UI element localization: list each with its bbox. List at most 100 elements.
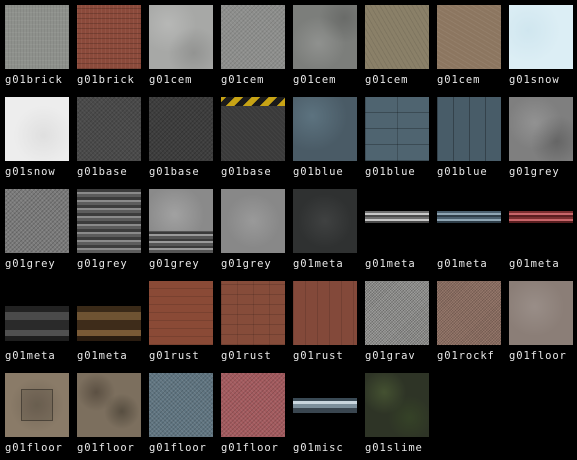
texture-tile[interactable]: g01cem xyxy=(288,0,360,92)
texture-tile[interactable]: g01meta xyxy=(504,184,576,276)
texture-tile[interactable]: g01brick xyxy=(72,0,144,92)
texture-tile[interactable]: g01floor xyxy=(72,368,144,460)
texture-tile[interactable]: g01meta xyxy=(432,184,504,276)
texture-tile[interactable]: g01grey xyxy=(504,92,576,184)
texture-tile[interactable]: g01floor xyxy=(0,368,72,460)
texture-thumbnail[interactable] xyxy=(149,281,213,345)
texture-thumbnail[interactable] xyxy=(77,189,141,253)
texture-thumbnail[interactable] xyxy=(5,189,69,253)
texture-label: g01blue xyxy=(365,166,416,178)
texture-label: g01floor xyxy=(5,442,63,454)
texture-thumbnail[interactable] xyxy=(293,281,357,345)
texture-thumbnail[interactable] xyxy=(149,97,213,161)
texture-thumbnail[interactable] xyxy=(221,373,285,437)
texture-thumbnail[interactable] xyxy=(5,5,69,69)
texture-pattern xyxy=(365,211,429,223)
texture-thumbnail[interactable] xyxy=(221,5,285,69)
texture-tile[interactable]: g01grey xyxy=(216,184,288,276)
texture-tile[interactable]: g01grey xyxy=(144,184,216,276)
texture-thumbnail[interactable] xyxy=(509,189,573,253)
texture-tile[interactable]: g01floor xyxy=(504,276,576,368)
texture-thumbnail[interactable] xyxy=(365,373,429,437)
texture-pattern xyxy=(77,306,141,341)
texture-tile[interactable]: g01grey xyxy=(72,184,144,276)
texture-tile[interactable]: g01misc xyxy=(288,368,360,460)
texture-tile[interactable]: g01snow xyxy=(504,0,576,92)
texture-tile[interactable]: g01rust xyxy=(144,276,216,368)
texture-tile[interactable]: g01cem xyxy=(360,0,432,92)
texture-label: g01meta xyxy=(5,350,56,362)
texture-tile[interactable]: g01slime xyxy=(360,368,432,460)
texture-tile[interactable]: g01floor xyxy=(144,368,216,460)
texture-label: g01brick xyxy=(77,74,135,86)
texture-label: g01grey xyxy=(149,258,200,270)
texture-thumbnail[interactable] xyxy=(293,5,357,69)
texture-thumbnail[interactable] xyxy=(77,5,141,69)
texture-thumbnail[interactable] xyxy=(149,189,213,253)
texture-tile[interactable]: g01blue xyxy=(360,92,432,184)
texture-tile[interactable]: g01grey xyxy=(0,184,72,276)
texture-thumbnail[interactable] xyxy=(149,373,213,437)
texture-thumbnail[interactable] xyxy=(509,281,573,345)
texture-label: g01base xyxy=(77,166,128,178)
texture-tile[interactable]: g01base xyxy=(144,92,216,184)
texture-tile[interactable]: g01cem xyxy=(144,0,216,92)
texture-tile[interactable]: g01blue xyxy=(288,92,360,184)
texture-label: g01cem xyxy=(365,74,409,86)
texture-thumbnail[interactable] xyxy=(221,189,285,253)
texture-thumbnail[interactable] xyxy=(293,97,357,161)
texture-thumbnail[interactable] xyxy=(77,97,141,161)
texture-tile[interactable]: g01meta xyxy=(72,276,144,368)
texture-thumbnail[interactable] xyxy=(293,373,357,437)
texture-label: g01blue xyxy=(437,166,488,178)
texture-thumbnail[interactable] xyxy=(293,189,357,253)
texture-thumbnail[interactable] xyxy=(365,189,429,253)
texture-thumbnail[interactable] xyxy=(5,281,69,345)
texture-thumbnail[interactable] xyxy=(437,281,501,345)
texture-thumbnail[interactable] xyxy=(437,97,501,161)
texture-thumbnail[interactable] xyxy=(509,5,573,69)
texture-tile[interactable]: g01meta xyxy=(360,184,432,276)
texture-tile[interactable]: g01blue xyxy=(432,92,504,184)
texture-tile[interactable]: g01cem xyxy=(432,0,504,92)
texture-thumbnail[interactable] xyxy=(221,281,285,345)
texture-pattern xyxy=(5,306,69,341)
texture-thumbnail[interactable] xyxy=(365,281,429,345)
texture-label: g01cem xyxy=(293,74,337,86)
texture-tile[interactable]: g01meta xyxy=(0,276,72,368)
texture-label: g01grav xyxy=(365,350,416,362)
texture-thumbnail[interactable] xyxy=(221,97,285,161)
texture-label: g01grey xyxy=(77,258,128,270)
texture-thumbnail[interactable] xyxy=(77,281,141,345)
texture-label: g01rust xyxy=(293,350,344,362)
texture-thumbnail[interactable] xyxy=(365,97,429,161)
texture-label: g01grey xyxy=(509,166,560,178)
texture-tile[interactable]: g01brick xyxy=(0,0,72,92)
texture-label: g01meta xyxy=(365,258,416,270)
texture-tile[interactable]: g01grav xyxy=(360,276,432,368)
texture-label: g01base xyxy=(221,166,272,178)
texture-tile[interactable]: g01rockf xyxy=(432,276,504,368)
texture-tile[interactable]: g01base xyxy=(216,92,288,184)
texture-thumbnail[interactable] xyxy=(77,373,141,437)
texture-label: g01grey xyxy=(5,258,56,270)
texture-thumbnail[interactable] xyxy=(509,97,573,161)
texture-tile[interactable]: g01base xyxy=(72,92,144,184)
texture-label: g01floor xyxy=(77,442,135,454)
texture-thumbnail[interactable] xyxy=(149,5,213,69)
texture-pattern xyxy=(509,211,573,223)
texture-thumbnail[interactable] xyxy=(437,5,501,69)
texture-thumbnail[interactable] xyxy=(437,189,501,253)
texture-thumbnail[interactable] xyxy=(5,97,69,161)
texture-label: g01snow xyxy=(5,166,56,178)
texture-tile[interactable]: g01floor xyxy=(216,368,288,460)
texture-tile[interactable]: g01rust xyxy=(216,276,288,368)
texture-tile[interactable]: g01rust xyxy=(288,276,360,368)
texture-thumbnail[interactable] xyxy=(5,373,69,437)
texture-label: g01rust xyxy=(149,350,200,362)
texture-tile[interactable]: g01cem xyxy=(216,0,288,92)
texture-label: g01floor xyxy=(509,350,567,362)
texture-tile[interactable]: g01snow xyxy=(0,92,72,184)
texture-tile[interactable]: g01meta xyxy=(288,184,360,276)
texture-thumbnail[interactable] xyxy=(365,5,429,69)
